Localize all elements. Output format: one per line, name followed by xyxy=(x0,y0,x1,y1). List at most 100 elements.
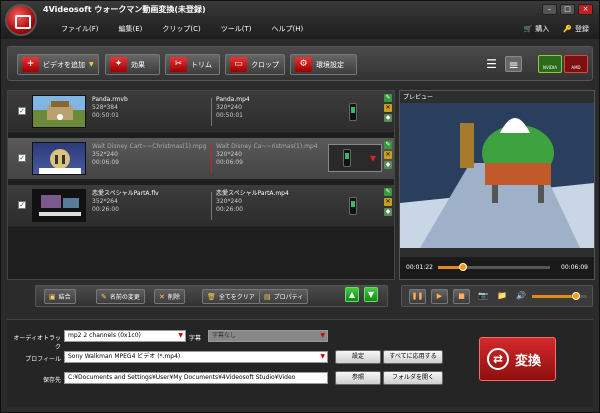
crop-button[interactable]: ▭ クロップ xyxy=(225,54,285,75)
divider xyxy=(211,98,212,126)
seek-bar[interactable]: 00:01:22 00:06:09 xyxy=(400,257,594,279)
top-right-links: 🛒 購入 🔑 登録 xyxy=(524,24,589,34)
menu-clip[interactable]: クリップ(C) xyxy=(162,24,200,34)
move-down-button[interactable]: ▼ xyxy=(364,287,378,302)
minimize-button[interactable]: – xyxy=(542,4,557,15)
convert-button[interactable]: ⇄ 変換 xyxy=(479,337,556,381)
disney-thumbnail-image xyxy=(39,149,81,174)
edit-icon[interactable]: ✎ xyxy=(384,94,392,102)
speaker-icon[interactable]: 🔊 xyxy=(516,291,526,300)
play-button[interactable]: ▶ xyxy=(431,289,448,304)
preview-video xyxy=(400,103,594,248)
chevron-down-icon[interactable]: ▼ xyxy=(89,61,94,68)
source-duration: 00:26:00 xyxy=(92,206,119,213)
menu-tools[interactable]: ツール(T) xyxy=(221,24,252,34)
buy-link[interactable]: 🛒 購入 xyxy=(524,24,550,34)
properties-button[interactable]: ▤ プロパティ xyxy=(259,289,309,304)
volume-track[interactable] xyxy=(532,292,587,300)
current-time: 00:01:22 xyxy=(406,264,433,271)
list-view-icon[interactable]: ☰ xyxy=(483,56,500,72)
total-time: 00:06:09 xyxy=(561,264,588,271)
preferences-button[interactable]: ⚙ 環境設定 xyxy=(290,54,357,75)
pause-icon: ❚❚ xyxy=(411,292,424,300)
output-resolution: 320*240 xyxy=(216,104,242,111)
app-title: 4Videosoft ウォークマン動画変換(未登録) xyxy=(43,5,206,14)
menu-help[interactable]: ヘルプ(H) xyxy=(272,24,304,34)
register-link[interactable]: 🔑 登録 xyxy=(563,24,589,34)
info-icon[interactable]: ◆ xyxy=(384,208,392,216)
delete-icon[interactable]: ✕ xyxy=(384,198,392,206)
apply-to-all-button[interactable]: すべてに応用する xyxy=(383,350,443,364)
folder-icon[interactable]: 📁 xyxy=(497,291,507,300)
merge-label: 結合 xyxy=(58,294,71,301)
move-up-button[interactable]: ▲ xyxy=(345,287,359,302)
delete-icon[interactable]: ✕ xyxy=(384,151,392,159)
properties-label: プロパティ xyxy=(273,294,304,301)
clear-all-label: 全てをクリア xyxy=(218,294,255,301)
device-icon[interactable] xyxy=(349,197,357,215)
source-info: Panda.rmvb 528*384 00:50:01 xyxy=(92,96,128,120)
add-video-icon: + xyxy=(22,57,39,72)
save-path-input[interactable]: C:¥Documents and Settings¥User¥My Docume… xyxy=(64,372,328,384)
output-duration: 00:26:00 xyxy=(216,206,243,213)
subtitle-value: 字幕なし xyxy=(212,332,237,339)
chevron-down-icon[interactable]: ▼ xyxy=(370,154,376,163)
crop-label: クロップ xyxy=(251,60,279,69)
row-checkbox[interactable]: ✓ xyxy=(18,154,26,162)
source-resolution: 352*264 xyxy=(92,198,118,205)
close-button[interactable]: × xyxy=(578,4,593,15)
video-thumbnail xyxy=(32,189,86,222)
detail-view-icon[interactable]: ≡ xyxy=(505,56,522,72)
preview-title: プレビュー xyxy=(403,94,434,101)
source-info: 恋愛スペシャルPartA.flv 352*264 00:26:00 xyxy=(92,190,159,214)
chevron-down-icon: ▼ xyxy=(178,332,183,339)
device-selector[interactable]: ▼ xyxy=(328,144,382,172)
row-checkbox[interactable]: ✓ xyxy=(18,201,26,209)
file-row[interactable]: ✓ 恋愛スペシャルPartA.flv 352*264 00:26:00 恋愛スペシャ… xyxy=(8,185,394,227)
settings-button[interactable]: 設定 xyxy=(335,350,381,364)
source-filename: 恋愛スペシャルPartA.flv xyxy=(92,190,159,197)
edit-icon[interactable]: ✎ xyxy=(384,141,392,149)
play-icon: ▶ xyxy=(436,292,443,300)
output-duration: 00:06:09 xyxy=(216,159,243,166)
cart-icon: 🛒 xyxy=(523,25,533,33)
effect-button[interactable]: ✦ 効果 xyxy=(105,54,160,75)
camera-icon[interactable]: 📷 xyxy=(478,291,488,300)
row-actions: ✎ ✕ ◆ xyxy=(384,94,392,122)
stop-button[interactable]: ■ xyxy=(453,289,470,304)
pause-button[interactable]: ❚❚ xyxy=(409,289,426,304)
preferences-label: 環境設定 xyxy=(316,60,344,69)
source-filename: Panda.rmvb xyxy=(92,96,128,103)
buy-label: 購入 xyxy=(535,25,550,33)
info-icon[interactable]: ◆ xyxy=(384,161,392,169)
delete-icon[interactable]: ✕ xyxy=(384,104,392,112)
progress-handle[interactable] xyxy=(458,263,467,271)
convert-label: 変換 xyxy=(515,353,542,369)
maximize-button[interactable]: □ xyxy=(560,4,575,15)
file-row[interactable]: ✓ Panda.rmvb 528*384 00:50:01 Panda.mp4 320… xyxy=(8,91,394,133)
device-icon[interactable] xyxy=(349,103,357,121)
delete-button[interactable]: ✕ 削除 xyxy=(154,289,185,304)
volume-handle[interactable] xyxy=(572,292,580,300)
merge-button[interactable]: ▣ 結合 xyxy=(44,289,76,304)
open-folder-button[interactable]: フォルダを開く xyxy=(383,371,443,385)
menu-edit[interactable]: 編集(E) xyxy=(119,24,143,34)
menu-file[interactable]: ファイル(F) xyxy=(61,24,99,34)
audio-track-select[interactable]: mp2 2 channels (0x1c0) ▼ xyxy=(64,330,186,342)
trim-button[interactable]: ✂ トリム xyxy=(165,54,220,75)
profile-select[interactable]: Sony Walkman MPEG4 ビデオ (*.mp4) ▼ xyxy=(64,351,328,363)
add-video-button[interactable]: + ビデオを追加 ▼ xyxy=(17,54,99,75)
output-filename: Panda.mp4 xyxy=(216,96,250,103)
row-checkbox[interactable]: ✓ xyxy=(18,107,26,115)
edit-icon[interactable]: ✎ xyxy=(384,188,392,196)
browse-button[interactable]: 参照 xyxy=(335,371,381,385)
merge-icon: ▣ xyxy=(49,292,56,301)
rename-button[interactable]: ✎ 名前の変更 xyxy=(96,289,145,304)
subtitle-select[interactable]: 字幕なし ▼ xyxy=(208,330,328,342)
row-actions: ✎ ✕ ◆ xyxy=(384,141,392,169)
progress-track[interactable] xyxy=(438,263,550,271)
info-icon[interactable]: ◆ xyxy=(384,114,392,122)
file-row-selected[interactable]: ✓ Walt Disney Cart~~Christmas(1).mpg 352*… xyxy=(8,138,394,180)
x-icon: ✕ xyxy=(159,292,165,301)
clear-all-button[interactable]: 🗑 全てをクリア xyxy=(202,289,260,304)
